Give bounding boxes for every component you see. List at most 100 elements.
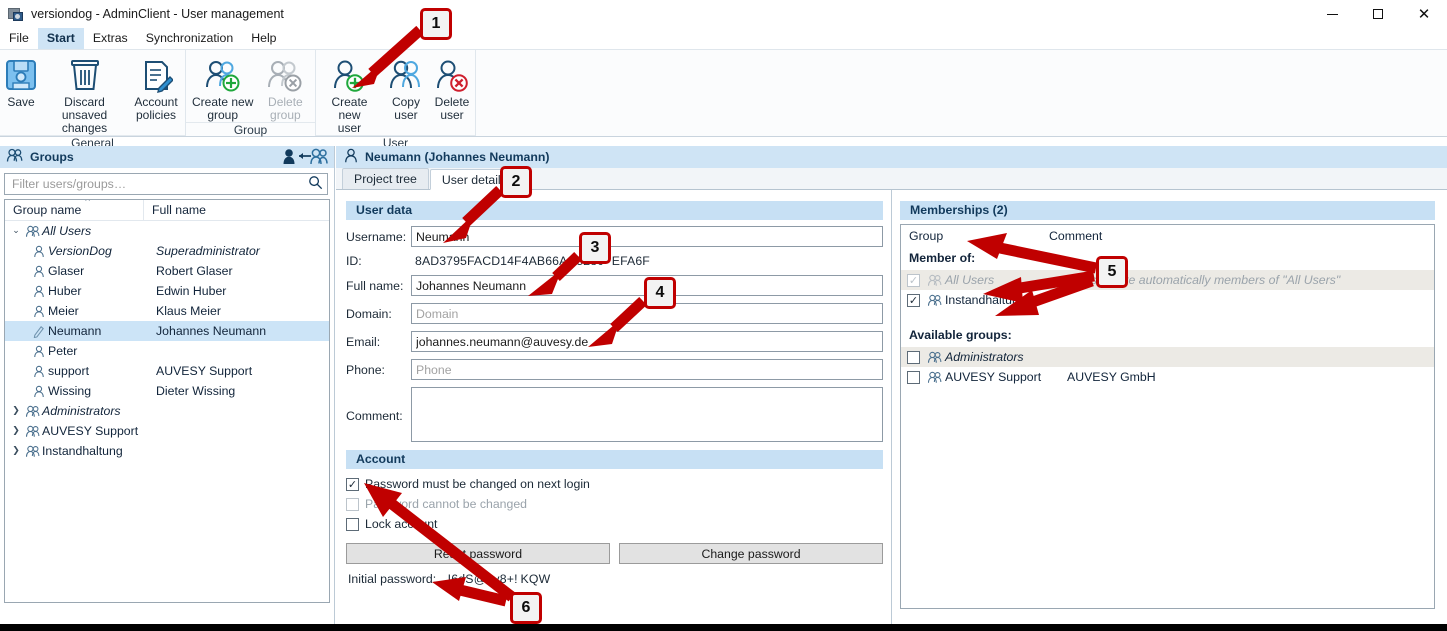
window-title: versiondog - AdminClient - User manageme… [31,7,284,21]
tree-row-name: All Users [42,224,92,238]
save-button[interactable]: Save [0,54,42,109]
tree-row-peter[interactable]: Peter [5,341,329,361]
user-icon [29,285,48,298]
groups-panel: Groups Filter users/groups… Group name ⌃… [0,146,335,624]
detail-panes: User data Username: ID: 8AD3795FACD14F4A… [336,190,1447,625]
create-new-user-button[interactable]: Create new user [316,54,383,135]
account-policies-button[interactable]: Account policies [127,54,185,122]
chevron-down-icon[interactable]: ⌄ [9,226,23,236]
create-new-group-button[interactable]: Create new group [186,54,259,122]
filter-input[interactable] [10,176,308,192]
annotation-badge-5: 5 [1096,256,1128,288]
ribbon-group-user: Create new user Copy user Delete user Us… [315,50,475,150]
menu-item-file[interactable]: File [0,28,38,49]
save-button-label: Save [7,95,35,109]
maximize-icon [1373,9,1383,19]
minimize-button[interactable] [1309,0,1355,28]
tree-row-wissing[interactable]: Wissing Dieter Wissing [5,381,329,401]
auvesy-support-checkbox[interactable] [907,370,920,384]
tree-row-administrators[interactable]: ❯ Administrators [5,401,329,421]
tree-row-versiondog[interactable]: VersionDog Superadministrator [5,241,329,261]
chevron-right-icon[interactable]: ❯ [9,426,23,436]
account-policies-label: Account policies [134,95,178,122]
tree-row-fullname: Klaus Meier [156,304,221,318]
tree-row-name: VersionDog [48,244,112,258]
change-password-button[interactable]: Change password [619,543,883,564]
group-icon [925,351,945,364]
all-users-checkbox: ✓ [907,273,920,287]
discard-unsaved-changes-button[interactable]: Discard unsaved changes [42,54,127,135]
user-header-title: Neumann (Johannes Neumann) [365,150,550,164]
chevron-right-icon[interactable]: ❯ [9,446,23,456]
tree-row-fullname: Dieter Wissing [156,384,236,398]
remove-user-from-group-icon [280,148,328,168]
groups-tree[interactable]: Group name ⌃ Full name ⌄ All Users Versi… [4,199,330,603]
password-cannot-change-row: Password cannot be changed [346,497,891,511]
close-icon: ✕ [1417,4,1431,23]
maximize-button[interactable] [1355,0,1401,28]
column-header-full-name[interactable]: Full name [144,200,329,220]
account-section-title: Account [346,450,883,469]
chevron-right-icon[interactable]: ❯ [9,406,23,416]
annotation-badge-3: 3 [579,232,611,264]
username-row: Username: [346,226,883,247]
lock-account-label: Lock account [365,517,438,531]
user-icon [343,148,359,166]
available-row-administrators[interactable]: Administrators [901,347,1434,367]
menu-item-synchronization[interactable]: Synchronization [137,28,243,49]
comment-textarea[interactable] [411,387,883,442]
available-row-auvesy-support[interactable]: AUVESY Support AUVESY GmbH [901,367,1434,387]
administrators-checkbox[interactable] [907,350,920,364]
tree-row-name: Administrators [42,404,121,418]
column-header-group[interactable]: Group [901,229,1049,247]
instandhaltung-checkbox[interactable]: ✓ [907,293,920,307]
reset-password-button[interactable]: Reset password [346,543,610,564]
tree-row-instandhaltung[interactable]: ❯ Instandhaltung [5,441,329,461]
phone-input[interactable] [411,359,883,380]
tree-row-name: AUVESY Support [42,424,139,438]
delete-user-button[interactable]: Delete user [429,54,475,122]
tab-project-tree[interactable]: Project tree [342,168,429,189]
copy-user-button[interactable]: Copy user [383,54,429,122]
tree-row-auvesy-support[interactable]: ❯ AUVESY Support [5,421,329,441]
email-label: Email: [346,334,381,349]
membership-row-instandhaltung[interactable]: ✓ Instandhaltung [901,290,1434,310]
remove-user-from-group-button[interactable] [280,148,328,168]
search-icon[interactable] [308,175,323,193]
tree-row-fullname: Edwin Huber [156,284,227,298]
tree-row-support[interactable]: support AUVESY Support [5,361,329,381]
tree-row-name: Wissing [48,384,92,398]
memberships-list[interactable]: Group Comment Member of: ✓ All Users All… [900,224,1435,609]
column-header-comment[interactable]: Comment [1049,229,1434,247]
password-must-change-checkbox[interactable]: ✓ [346,477,359,491]
email-input[interactable] [411,331,883,352]
lock-account-row[interactable]: Lock account [346,517,891,531]
username-input[interactable] [411,226,883,247]
menu-item-extras[interactable]: Extras [84,28,137,49]
user-icon [29,265,48,278]
user-data-section-title: User data [346,201,883,220]
close-button[interactable]: ✕ [1401,0,1447,28]
delete-group-label: Delete group [268,95,303,122]
column-header-group-name[interactable]: Group name ⌃ [5,200,144,220]
annotation-badge-1: 1 [420,8,452,40]
tree-row-meier[interactable]: Meier Klaus Meier [5,301,329,321]
menu-item-help[interactable]: Help [242,28,285,49]
tree-row-neumann[interactable]: Neumann Johannes Neumann [5,321,329,341]
group-add-icon [203,56,243,94]
filter-box[interactable] [4,173,328,195]
user-delete-icon [433,56,471,94]
phone-label: Phone: [346,362,385,377]
groups-panel-header: Groups [0,146,334,168]
password-must-change-row[interactable]: ✓ Password must be changed on next login [346,477,891,491]
tree-row-huber[interactable]: Huber Edwin Huber [5,281,329,301]
tree-row-name: Neumann [48,324,102,338]
initial-password-row: Initial password: I6dS@8v8+! KQW [348,572,891,586]
delete-user-label: Delete user [434,95,470,122]
tree-row-all-users[interactable]: ⌄ All Users [5,221,329,241]
lock-account-checkbox[interactable] [346,517,359,531]
fullname-label: Full name: [346,278,404,293]
menu-item-start[interactable]: Start [37,28,84,49]
tree-row-glaser[interactable]: Glaser Robert Glaser [5,261,329,281]
menu-bar: File Start Extras Synchronization Help [0,28,1447,50]
